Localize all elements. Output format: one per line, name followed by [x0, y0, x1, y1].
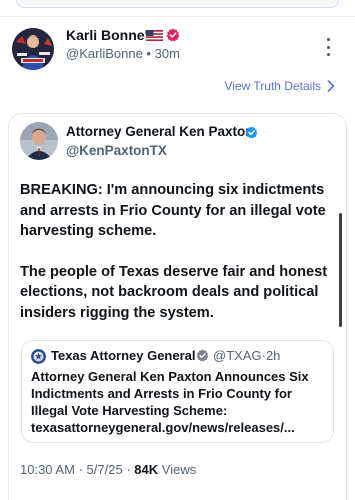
views-label: Views: [161, 462, 197, 477]
verified-badge-icon: [245, 126, 258, 139]
embedded-link[interactable]: texasattorneygeneral.gov/news/releases/.…: [31, 419, 327, 436]
view-truth-details-link[interactable]: View Truth Details: [225, 79, 336, 93]
embedded-author-name[interactable]: Texas Attorney General: [51, 348, 196, 363]
post-footer: 10:30 AM · 5/7/25 · 84K Views: [20, 462, 196, 477]
separator-dot: •: [146, 46, 151, 61]
handle-and-age: @KarliBonne • 30m: [66, 46, 180, 61]
post-age[interactable]: 30m: [155, 46, 180, 61]
post-paragraph: The people of Texas deserve fair and hon…: [20, 263, 328, 321]
embedded-handle-and-age: @TXAG·2h: [213, 348, 280, 363]
embedded-post-text: Attorney General Ken Paxton Announces Si…: [31, 368, 327, 436]
scrollbar[interactable]: [339, 213, 342, 327]
verified-badge-icon: [196, 349, 209, 362]
texas-seal-icon: [31, 349, 46, 364]
avatar[interactable]: [12, 28, 54, 70]
post-paragraph: BREAKING: I'm announcing six indictments…: [20, 182, 326, 239]
verified-badge-icon: [166, 28, 180, 42]
divider: [0, 16, 355, 17]
more-options-button[interactable]: [322, 36, 334, 58]
view-truth-details-label: View Truth Details: [224, 79, 322, 93]
post-date[interactable]: 5/7/25: [87, 462, 123, 477]
dot: [326, 38, 330, 41]
quoted-post-text: BREAKING: I'm announcing six indictments…: [20, 180, 330, 343]
quoted-post-card[interactable]: Attorney General Ken Paxton @KenPaxtonTX…: [8, 113, 347, 500]
author-name[interactable]: Karli Bonne': [66, 27, 148, 43]
separator-dot: ·: [126, 462, 131, 477]
separator-dot: ·: [78, 462, 83, 477]
post-time[interactable]: 10:30 AM: [20, 462, 75, 477]
quoted-author-avatar[interactable]: [20, 122, 58, 160]
embedded-age[interactable]: 2h: [266, 348, 280, 363]
dot: [326, 53, 330, 56]
top-banner-edge: [16, 0, 339, 8]
embedded-handle[interactable]: @TXAG: [213, 348, 262, 363]
quoted-author-name[interactable]: Attorney General Ken Paxton: [66, 124, 254, 139]
embedded-text-line: Illegal Vote Harvesting Scheme:: [31, 403, 228, 418]
author-handle[interactable]: @KarliBonne: [66, 46, 143, 61]
chevron-right-icon: [327, 80, 335, 92]
quoted-author-handle[interactable]: @KenPaxtonTX: [66, 143, 167, 158]
us-flag-icon: [146, 30, 163, 41]
embedded-text-line: Indictments and Arrests in Frio County f…: [31, 386, 292, 401]
views-count: 84K: [134, 462, 159, 477]
embedded-quoted-post[interactable]: Texas Attorney General @TXAG·2h Attorney…: [21, 340, 334, 443]
dot: [326, 45, 330, 49]
embedded-text-line: Attorney General Ken Paxton Announces Si…: [31, 369, 309, 384]
